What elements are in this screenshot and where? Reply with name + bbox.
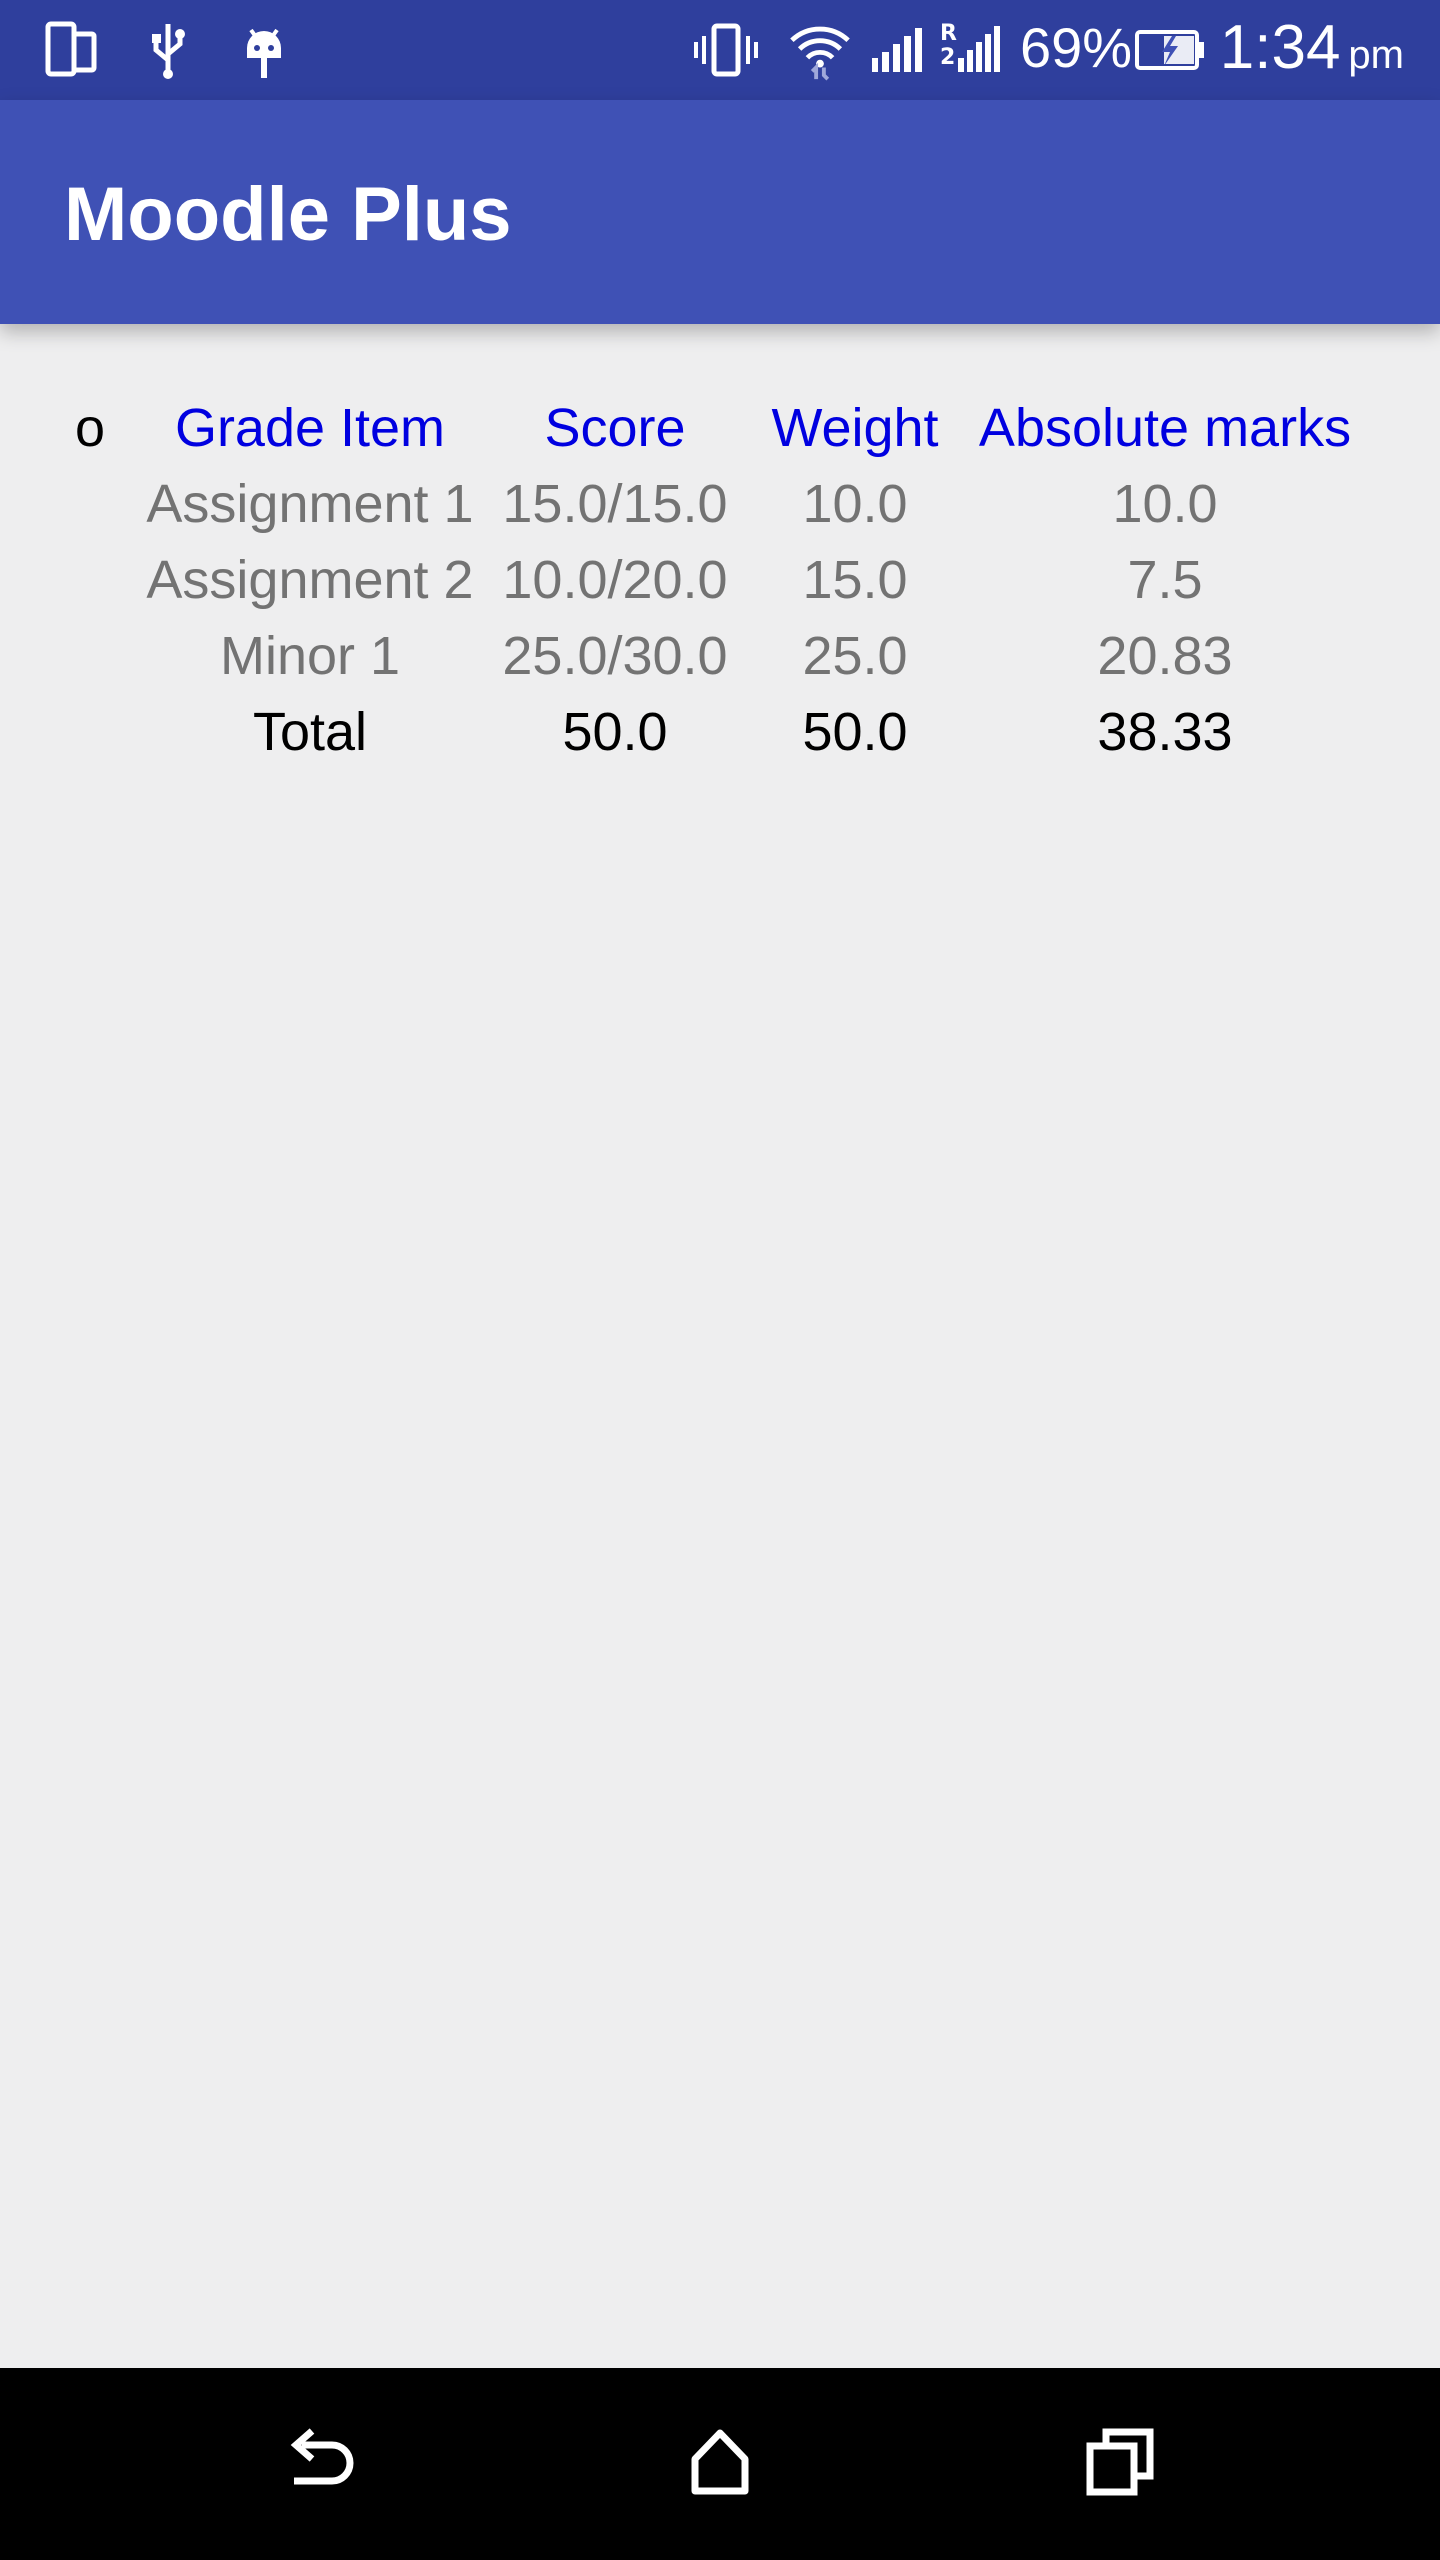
vibrate-icon: [694, 18, 758, 82]
recents-button[interactable]: [1060, 2408, 1180, 2520]
cell-absolute-marks: 20.83: [1097, 626, 1233, 686]
signal-1-icon: [866, 18, 930, 82]
header-weight: Weight: [771, 398, 939, 458]
signal-r-icon: R2: [938, 18, 1002, 82]
header-score: Score: [544, 398, 686, 458]
table-row: Minor 1 25.0/30.0 25.0 20.83: [0, 618, 1440, 694]
cell-absolute-marks: 7.5: [1127, 550, 1203, 610]
clock: 1:34 pm: [1220, 16, 1404, 87]
cell-weight: 10.0: [802, 474, 908, 534]
battery-percent: 69%: [1020, 16, 1133, 79]
header-grade-item: Grade Item: [174, 398, 446, 458]
back-button[interactable]: [260, 2408, 380, 2520]
total-absolute-marks: 38.33: [1097, 702, 1233, 762]
total-weight: 50.0: [802, 702, 908, 762]
table-header-row: o Grade Item Score Weight Absolute marks: [0, 390, 1440, 466]
back-icon: [280, 2427, 360, 2502]
header-absolute-marks: Absolute marks: [978, 398, 1352, 458]
table-row: Assignment 1 15.0/15.0 10.0 10.0: [0, 466, 1440, 542]
app-bar: Moodle Plus: [0, 100, 1440, 324]
total-label: Total: [252, 702, 368, 762]
cell-weight: 15.0: [802, 550, 908, 610]
clock-ampm: pm: [1348, 33, 1404, 77]
svg-text:2: 2: [940, 45, 955, 70]
grades-table: o Grade Item Score Weight Absolute marks…: [0, 390, 1440, 770]
home-icon: [685, 2427, 755, 2502]
battery-charging-icon: [1134, 18, 1206, 82]
svg-text:R: R: [940, 21, 957, 46]
cell-score: 10.0/20.0: [502, 550, 728, 610]
usb-icon: [136, 18, 200, 82]
app-title: Moodle Plus: [64, 172, 512, 257]
cell-grade-item: Minor 1: [219, 626, 401, 686]
recents-icon: [1084, 2426, 1156, 2503]
cell-score: 15.0/15.0: [502, 474, 728, 534]
android-debug-icon: [232, 18, 296, 82]
home-button[interactable]: [660, 2408, 780, 2520]
wifi-icon: [788, 18, 852, 82]
status-bar: R2 69% 1:34 pm: [0, 0, 1440, 100]
cell-weight: 25.0: [802, 626, 908, 686]
total-score: 50.0: [562, 702, 668, 762]
cell-absolute-marks: 10.0: [1112, 474, 1218, 534]
table-row: Assignment 2 10.0/20.0 15.0 7.5: [0, 542, 1440, 618]
cell-grade-item: Assignment 1: [146, 474, 474, 534]
clock-time: 1:34: [1219, 13, 1341, 82]
clipped-column-header: o: [74, 398, 105, 458]
table-total-row: Total 50.0 50.0 38.33: [0, 694, 1440, 770]
cell-score: 25.0/30.0: [502, 626, 728, 686]
phone-tablet-icon: [40, 18, 104, 82]
navigation-bar: [0, 2368, 1440, 2560]
cell-grade-item: Assignment 2: [146, 550, 474, 610]
